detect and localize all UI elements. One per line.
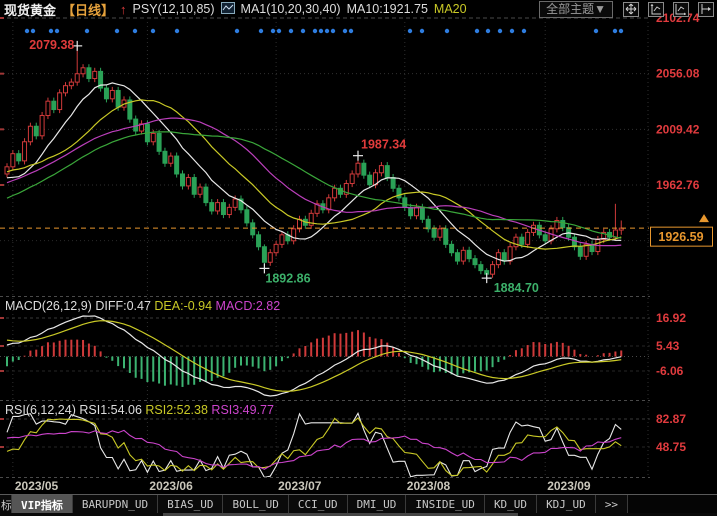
tab-inside[interactable]: INSIDE_UD: [406, 495, 485, 514]
svg-text:1962.76: 1962.76: [656, 178, 700, 192]
theme-dropdown[interactable]: 全部主题▼: [539, 1, 613, 18]
rsi-title: RSI(6,12,24): [5, 403, 76, 417]
chart-type-icon[interactable]: [221, 2, 235, 17]
svg-text:2023/05: 2023/05: [15, 479, 59, 493]
chart-canvas[interactable]: 2023/052023/062023/072023/082023/092102.…: [0, 0, 717, 516]
svg-text:2079.38: 2079.38: [29, 38, 74, 52]
tab-vip-indicator[interactable]: VIP指标: [12, 495, 73, 514]
zoom-y-axis-icon[interactable]: [648, 2, 664, 17]
svg-text:1926.59: 1926.59: [658, 230, 703, 244]
tab-more[interactable]: >>: [596, 495, 628, 514]
svg-text:1892.86: 1892.86: [265, 271, 310, 285]
svg-text:1884.70: 1884.70: [494, 281, 539, 295]
macd-dea-value: DEA:-0.94: [154, 299, 212, 313]
tab-boll[interactable]: BOLL_UD: [223, 495, 288, 514]
rsi1-value: RSI1:54.06: [79, 403, 142, 417]
tab-cci[interactable]: CCI_UD: [289, 495, 348, 514]
svg-text:2009.42: 2009.42: [656, 122, 700, 136]
trading-chart-window: 2023/052023/062023/072023/082023/092102.…: [0, 0, 717, 516]
svg-text:16.92: 16.92: [656, 311, 686, 325]
svg-text:2023/06: 2023/06: [149, 479, 193, 493]
ma10-value: MA10:1921.75: [347, 2, 428, 16]
svg-text:5.43: 5.43: [656, 339, 680, 353]
psy-indicator-label: PSY(12,10,85): [133, 2, 215, 16]
svg-text:82.87: 82.87: [656, 412, 686, 426]
svg-text:48.75: 48.75: [656, 440, 686, 454]
tab-kd[interactable]: KD_UD: [485, 495, 537, 514]
svg-text:2023/08: 2023/08: [407, 479, 451, 493]
tab-dmi[interactable]: DMI_UD: [348, 495, 407, 514]
svg-text:2023/07: 2023/07: [278, 479, 322, 493]
shift-right-icon[interactable]: [698, 2, 714, 17]
svg-text:2023/09: 2023/09: [547, 479, 591, 493]
rsi3-value: RSI3:49.77: [211, 403, 274, 417]
period-label[interactable]: 【日线】: [62, 0, 114, 19]
tab-partial[interactable]: 标: [0, 495, 12, 514]
zoom-x-axis-icon[interactable]: [673, 2, 689, 17]
macd-value: MACD:2.82: [216, 299, 281, 313]
rsi2-value: RSI2:52.38: [145, 403, 208, 417]
indicator-tab-bar: 标 VIP指标 BARUPDN_UD BIAS_UD BOLL_UD CCI_U…: [0, 494, 717, 514]
tab-bias[interactable]: BIAS_UD: [158, 495, 223, 514]
ma-group-label: MA1(10,20,30,40): [241, 2, 341, 16]
pan-icon[interactable]: [623, 2, 639, 17]
up-arrow-icon: ↑: [120, 3, 127, 16]
macd-title: MACD(26,12,9): [5, 299, 92, 313]
macd-diff-value: DIFF:0.47: [95, 299, 151, 313]
rsi-label-row: RSI(6,12,24) RSI1:54.06 RSI2:52.38 RSI3:…: [5, 403, 274, 417]
svg-text:2056.08: 2056.08: [656, 67, 700, 81]
chart-header: 现货黄金 【日线】 ↑ PSY(12,10,85) MA1(10,20,30,4…: [0, 0, 717, 18]
symbol-name: 现货黄金: [4, 0, 56, 19]
svg-text:-6.06: -6.06: [656, 364, 684, 378]
svg-text:1987.34: 1987.34: [361, 138, 406, 152]
macd-label-row: MACD(26,12,9) DIFF:0.47 DEA:-0.94 MACD:2…: [5, 299, 280, 313]
tab-kdj[interactable]: KDJ_UD: [537, 495, 596, 514]
ma20-value: MA20: [434, 2, 467, 16]
tab-barupdn[interactable]: BARUPDN_UD: [73, 495, 158, 514]
